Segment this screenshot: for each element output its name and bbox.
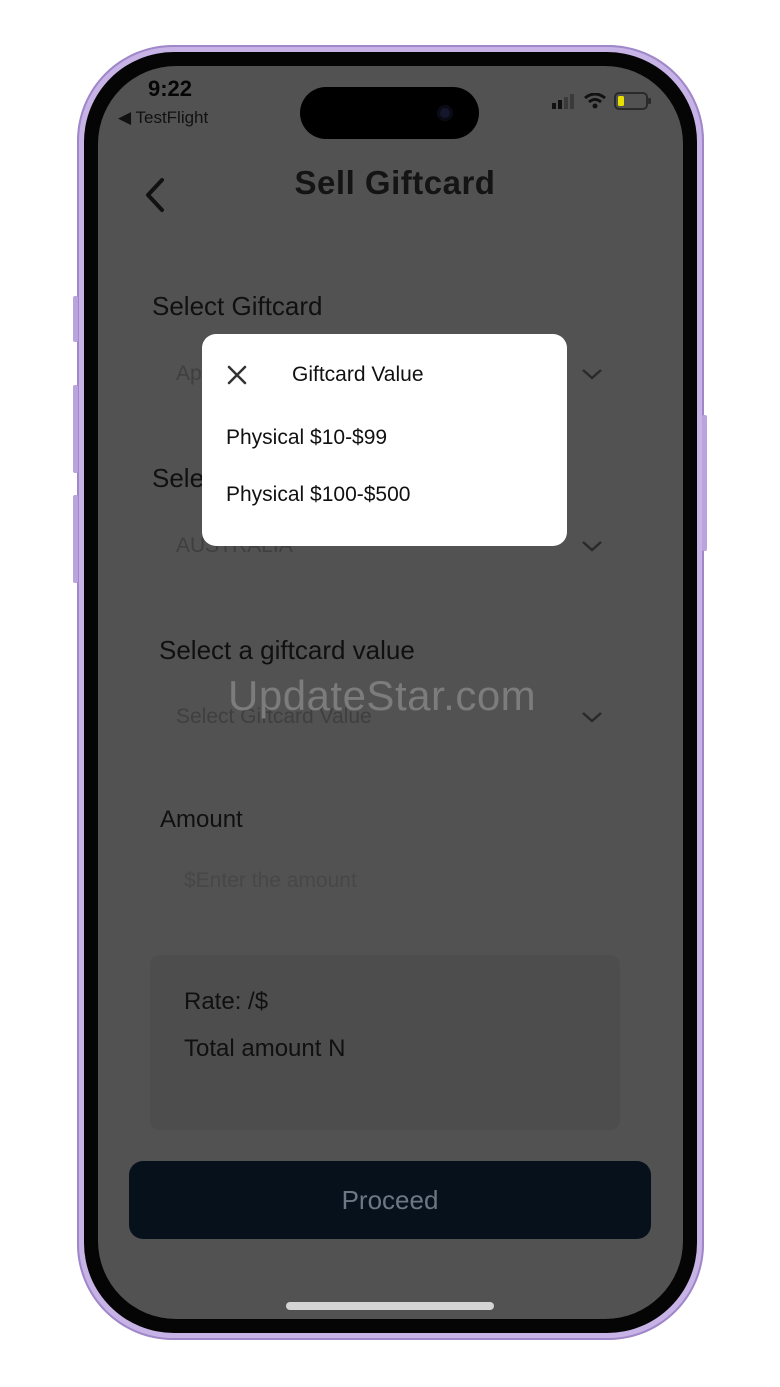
volume-up-button xyxy=(73,385,78,473)
select-giftcard-value[interactable]: Ap xyxy=(176,362,202,386)
power-button xyxy=(702,415,707,551)
camera-icon xyxy=(437,105,453,121)
popup-option[interactable]: Physical $100-$500 xyxy=(226,483,410,507)
page-title: Sell Giftcard xyxy=(294,164,496,201)
status-icons xyxy=(552,92,652,110)
volume-down-button xyxy=(73,495,78,583)
chevron-down-icon[interactable] xyxy=(580,366,604,382)
proceed-button[interactable]: Proceed xyxy=(129,1161,651,1239)
close-icon[interactable] xyxy=(226,364,248,386)
chevron-down-icon[interactable] xyxy=(580,709,604,725)
testflight-back-link[interactable]: ◀ TestFlight xyxy=(118,108,208,128)
dynamic-island xyxy=(300,87,479,139)
watermark: UpdateStar.com xyxy=(228,672,537,719)
signal-icon xyxy=(552,94,574,109)
select-value-label: Select a giftcard value xyxy=(159,635,415,665)
select-country-label: Sele xyxy=(152,463,205,493)
amount-label: Amount xyxy=(160,806,243,833)
total-amount-text: Total amount N xyxy=(184,1035,346,1062)
home-indicator xyxy=(286,1302,494,1310)
select-giftcard-label: Select Giftcard xyxy=(152,291,323,321)
action-button xyxy=(73,296,78,342)
back-chevron-icon[interactable] xyxy=(140,175,170,215)
battery-icon xyxy=(614,92,651,110)
giftcard-value-popup: Giftcard Value Physical $10-$99 Physical… xyxy=(202,334,567,546)
status-time: 9:22 xyxy=(148,76,193,101)
popup-title: Giftcard Value xyxy=(292,363,424,386)
amount-input[interactable]: $Enter the amount xyxy=(184,869,357,893)
wifi-icon xyxy=(584,93,606,109)
chevron-down-icon[interactable] xyxy=(580,538,604,554)
rate-text: Rate: /$ xyxy=(184,988,269,1015)
popup-option[interactable]: Physical $10-$99 xyxy=(226,426,387,450)
